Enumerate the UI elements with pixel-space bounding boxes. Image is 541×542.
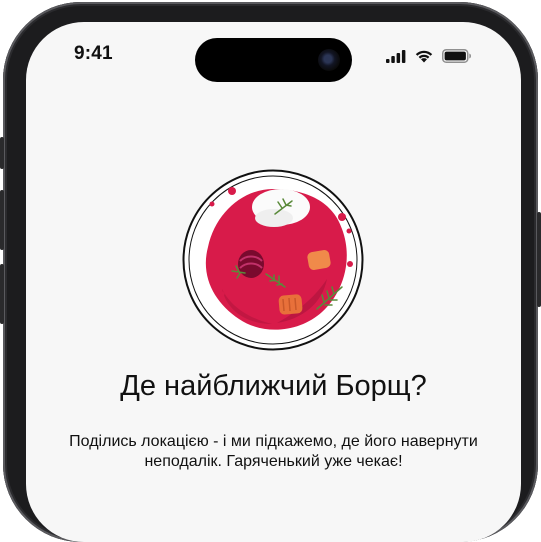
borscht-bowl-illustration — [182, 169, 364, 351]
page-subtitle: Поділись локацією - і ми підкажемо, де й… — [69, 433, 478, 470]
front-camera — [318, 49, 340, 71]
action-button — [0, 137, 4, 169]
phone-frame: 9:41 Де найближчий Борщ? Поділись локаці… — [0, 2, 541, 542]
wifi-icon — [415, 50, 433, 63]
status-icons — [386, 48, 472, 64]
status-time: 9:41 — [74, 43, 113, 64]
app-screen: 9:41 Де найближчий Борщ? Поділись локаці… — [26, 22, 521, 542]
page-title: Де найближчий Борщ? — [120, 370, 427, 402]
battery-icon — [442, 49, 471, 63]
volume-up-button — [0, 190, 4, 250]
volume-down-button — [0, 264, 4, 324]
dynamic-island — [195, 38, 352, 82]
power-button — [537, 212, 541, 307]
cellular-signal-icon — [386, 49, 406, 63]
